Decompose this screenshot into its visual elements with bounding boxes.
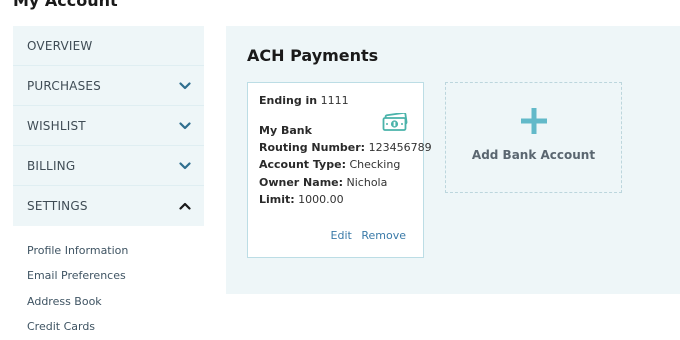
- account-type: Account Type: Checking: [259, 158, 400, 171]
- add-bank-account-button[interactable]: Add Bank Account: [445, 82, 622, 193]
- account-type-value: Checking: [349, 158, 401, 171]
- chevron-down-icon[interactable]: [179, 81, 191, 90]
- settings-link-credit-cards[interactable]: Credit Cards: [13, 314, 204, 339]
- routing-value: 123456789: [368, 141, 432, 154]
- account-sidebar: OVERVIEW PURCHASES WISHLIST BILLING SETT…: [13, 26, 204, 339]
- sidebar-menu: OVERVIEW PURCHASES WISHLIST BILLING SETT…: [13, 26, 204, 226]
- sidebar-item-label: BILLING: [27, 158, 76, 173]
- add-bank-account-label: Add Bank Account: [471, 148, 596, 162]
- settings-submenu: Profile Information Email Preferences Ad…: [13, 238, 204, 339]
- money-icon: [382, 113, 408, 131]
- sidebar-item-purchases[interactable]: PURCHASES: [13, 66, 204, 106]
- owner-label: Owner Name:: [259, 176, 344, 189]
- ach-payments-panel: ACH Payments Ending in 1111 My Bank Rout…: [226, 26, 680, 294]
- sidebar-item-label: WISHLIST: [27, 118, 86, 133]
- ending-value: 1111: [320, 94, 349, 107]
- remove-link[interactable]: Remove: [361, 229, 406, 242]
- plus-icon: [521, 108, 547, 134]
- routing-label: Routing Number:: [259, 141, 366, 154]
- sidebar-item-label: OVERVIEW: [27, 38, 93, 53]
- sidebar-item-overview[interactable]: OVERVIEW: [13, 26, 204, 66]
- sidebar-item-wishlist[interactable]: WISHLIST: [13, 106, 204, 146]
- chevron-down-icon[interactable]: [179, 161, 191, 170]
- settings-link-address-book[interactable]: Address Book: [13, 289, 204, 314]
- chevron-up-icon[interactable]: [179, 202, 191, 210]
- settings-link-email-preferences[interactable]: Email Preferences: [13, 263, 204, 288]
- settings-link-profile-information[interactable]: Profile Information: [13, 238, 204, 263]
- bank-account-card: Ending in 1111 My Bank Routing Number: 1…: [247, 82, 432, 258]
- sidebar-item-label: PURCHASES: [27, 78, 101, 93]
- page-title: My Account: [13, 0, 118, 10]
- account-limit: Limit: 1000.00: [259, 193, 344, 206]
- bank-name: My Bank: [259, 124, 312, 137]
- chevron-down-icon[interactable]: [179, 121, 191, 130]
- owner-value: Nichola: [346, 176, 388, 189]
- card-actions: Edit Remove: [325, 229, 406, 242]
- edit-link[interactable]: Edit: [331, 229, 352, 242]
- account-ending: Ending in 1111: [259, 94, 349, 107]
- ending-label: Ending in: [259, 94, 318, 107]
- owner-name: Owner Name: Nichola: [259, 176, 387, 189]
- account-type-label: Account Type:: [259, 158, 346, 171]
- sidebar-item-settings[interactable]: SETTINGS: [13, 186, 204, 226]
- routing-number: Routing Number: 123456789: [259, 141, 432, 154]
- sidebar-item-billing[interactable]: BILLING: [13, 146, 204, 186]
- section-title: ACH Payments: [247, 46, 379, 65]
- limit-value: 1000.00: [298, 193, 344, 206]
- bank-name-value: My Bank: [259, 124, 312, 137]
- sidebar-item-label: SETTINGS: [27, 199, 88, 213]
- limit-label: Limit:: [259, 193, 295, 206]
